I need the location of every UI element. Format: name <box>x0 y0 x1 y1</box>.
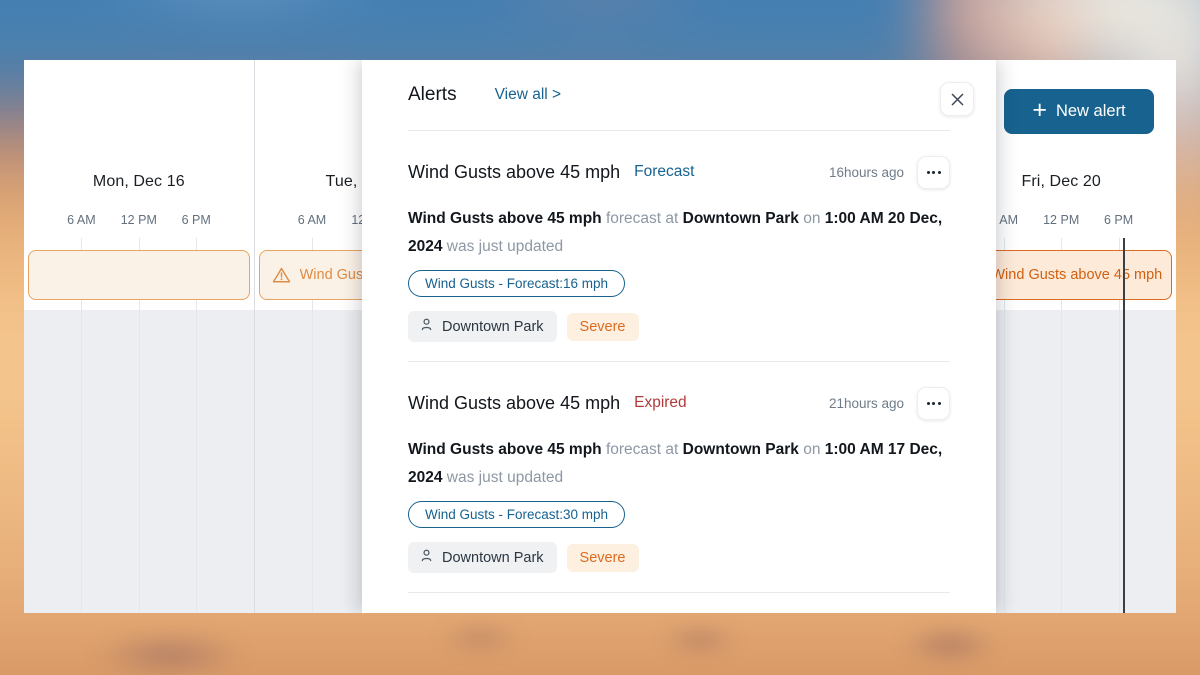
app-window: Mon, Dec 166 AM12 PM6 PMTue, Dec 176 AM1… <box>24 60 1176 613</box>
hour-tick-label: 12 PM <box>1043 213 1079 227</box>
plus-icon: + <box>1032 98 1047 123</box>
alert-list-item[interactable]: Wind Gusts above 45 mphExpired1day agoWi… <box>408 592 950 613</box>
alert-timestamp: 21hours ago <box>829 396 904 411</box>
more-horizontal-icon[interactable] <box>917 387 950 420</box>
alert-location-chip[interactable]: Downtown Park <box>408 542 557 573</box>
hour-tick-label: 6 AM <box>67 213 96 227</box>
alert-severity-chip: Severe <box>567 313 639 341</box>
alert-desc-strong: Wind Gusts above 45 mph <box>408 441 602 458</box>
hour-tick-row: 6 AM 12 PM 6 PM <box>24 213 254 233</box>
alert-status-badge: Forecast <box>634 163 694 181</box>
alert-description: Wind Gusts above 45 mph forecast at Down… <box>408 205 950 261</box>
alert-meta-row: Downtown Park Severe <box>408 542 950 573</box>
alert-list-item[interactable]: Wind Gusts above 45 mph Expired 21hours ag… <box>408 361 950 592</box>
alert-meta-row: Downtown Park Severe <box>408 311 950 342</box>
alert-desc-text: on <box>799 441 825 458</box>
alert-location-chip[interactable]: Downtown Park <box>408 311 557 342</box>
alert-desc-text: was just updated <box>442 469 563 486</box>
hour-tick-label: 12 PM <box>121 213 157 227</box>
alert-item-header: Wind Gusts above 45 mph Expired 21hours ag… <box>408 386 950 420</box>
alerts-panel-header: Alerts View all > <box>362 60 996 130</box>
alert-description: Wind Gusts above 45 mph forecast at Down… <box>408 436 950 492</box>
alert-desc-strong: Wind Gusts above 45 mph <box>408 210 602 227</box>
alert-desc-text: was just updated <box>442 238 563 255</box>
timeline-alert-bar[interactable] <box>28 250 250 300</box>
hour-tick-label: 6 PM <box>1104 213 1133 227</box>
view-all-link[interactable]: View all > <box>495 86 562 104</box>
alert-location-label: Downtown Park <box>442 319 544 335</box>
alert-desc-text: forecast at <box>602 210 683 227</box>
alert-condition-tag[interactable]: Wind Gusts - Forecast:16 mph <box>408 270 625 297</box>
alert-status-badge: Expired <box>634 394 687 412</box>
more-horizontal-icon[interactable] <box>917 156 950 189</box>
alert-location-label: Downtown Park <box>442 550 544 566</box>
hour-tick-label: 6 AM <box>298 213 327 227</box>
location-person-icon <box>419 317 434 336</box>
alert-desc-strong: Downtown Park <box>683 210 799 227</box>
alert-timestamp: 16hours ago <box>829 165 904 180</box>
day-label: Mon, Dec 16 <box>24 173 254 191</box>
alert-severity-chip: Severe <box>567 544 639 572</box>
new-alert-label: New alert <box>1056 102 1126 121</box>
current-time-marker <box>1123 238 1125 613</box>
alert-condition-tag[interactable]: Wind Gusts - Forecast:30 mph <box>408 501 625 528</box>
alert-title: Wind Gusts above 45 mph <box>408 162 620 183</box>
alert-list[interactable]: Wind Gusts above 45 mph Forecast 16hours a… <box>362 130 996 613</box>
close-icon[interactable] <box>940 82 974 116</box>
hour-tick-label: 6 PM <box>182 213 211 227</box>
new-alert-button[interactable]: + New alert <box>1004 89 1154 134</box>
alert-desc-strong: Downtown Park <box>683 441 799 458</box>
alert-desc-text: forecast at <box>602 441 683 458</box>
alert-desc-text: on <box>799 210 825 227</box>
timeline-alert-bar-label: Wind Gusts above 45 mph <box>991 267 1162 283</box>
day-column[interactable]: Mon, Dec 16 6 AM 12 PM 6 PM <box>24 60 255 613</box>
alert-item-header: Wind Gusts above 45 mph Forecast 16hours a… <box>408 155 950 189</box>
location-person-icon <box>419 548 434 567</box>
alert-title: Wind Gusts above 45 mph <box>408 393 620 414</box>
alerts-panel: Alerts View all > Wind Gusts above 45 mp… <box>362 60 996 613</box>
panel-title: Alerts <box>408 84 457 106</box>
alert-list-item[interactable]: Wind Gusts above 45 mph Forecast 16hours a… <box>408 130 950 361</box>
